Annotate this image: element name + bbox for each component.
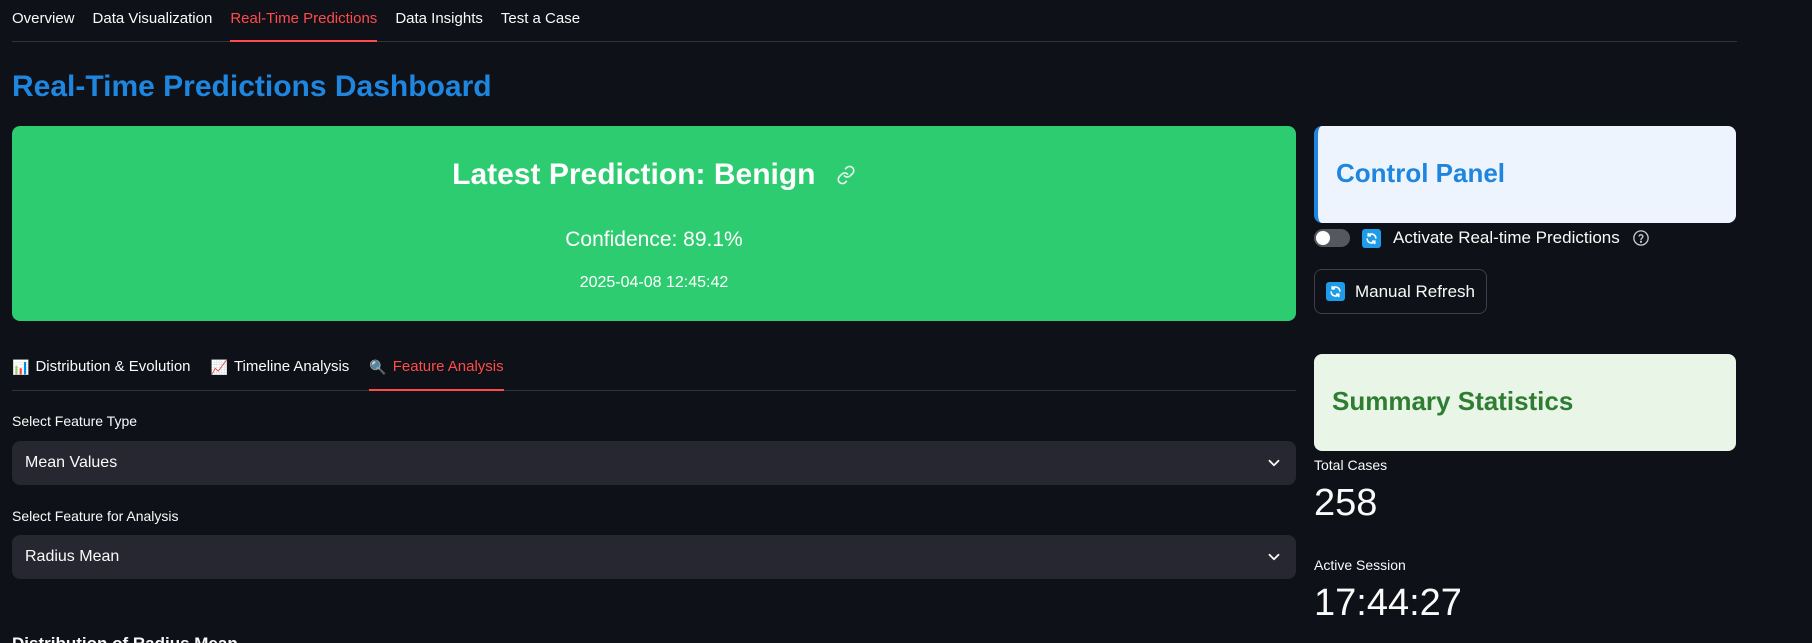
control-panel-card: Control Panel xyxy=(1314,126,1736,223)
feature-analysis-value: Radius Mean xyxy=(25,548,120,565)
active-session-label: Active Session xyxy=(1314,557,1406,573)
subtab-feature-analysis[interactable]: 🔍 Feature Analysis xyxy=(369,350,504,391)
subtab-distribution-evolution[interactable]: 📊 Distribution & Evolution xyxy=(12,350,191,391)
feature-type-label: Select Feature Type xyxy=(12,413,138,429)
tab-data-insights[interactable]: Data Insights xyxy=(395,0,483,42)
prediction-timestamp: 2025-04-08 12:45:42 xyxy=(579,274,729,291)
summary-statistics-card: Summary Statistics xyxy=(1314,354,1736,451)
prediction-title-row: Latest Prediction: Benign xyxy=(12,158,1296,193)
analysis-subtabs: 📊 Distribution & Evolution 📈 Timeline An… xyxy=(12,350,1296,391)
feature-analysis-label: Select Feature for Analysis xyxy=(12,508,179,524)
prediction-confidence: Confidence: 89.1% xyxy=(565,228,743,251)
magnifier-icon: 🔍 xyxy=(369,359,387,375)
bar-chart-icon: 📊 xyxy=(12,359,30,375)
refresh-icon xyxy=(1362,228,1381,248)
realtime-predictions-toggle[interactable] xyxy=(1314,229,1350,247)
top-nav-tabs: Overview Data Visualization Real-Time Pr… xyxy=(12,0,1737,42)
summary-statistics-title: Summary Statistics xyxy=(1332,386,1574,416)
tab-test-a-case[interactable]: Test a Case xyxy=(501,0,580,42)
realtime-toggle-label: Activate Real-time Predictions xyxy=(1393,228,1620,247)
feature-type-value: Mean Values xyxy=(25,454,118,471)
app-root: Overview Data Visualization Real-Time Pr… xyxy=(0,0,1812,643)
latest-prediction-card: Latest Prediction: Benign Confidence: 89… xyxy=(12,126,1296,321)
active-session-value: 17:44:27 xyxy=(1314,582,1462,624)
manual-refresh-button[interactable]: Manual Refresh xyxy=(1314,269,1487,314)
total-cases-value: 258 xyxy=(1314,482,1378,524)
chevron-down-icon xyxy=(1268,553,1280,561)
distribution-heading: Distribution of Radius Mean xyxy=(12,634,238,643)
manual-refresh-label: Manual Refresh xyxy=(1354,281,1475,301)
subtab-label: Distribution & Evolution xyxy=(35,358,191,375)
feature-type-select[interactable]: Mean Values xyxy=(12,441,1296,485)
tab-real-time-predictions[interactable]: Real-Time Predictions xyxy=(230,0,378,42)
realtime-toggle-row: Activate Real-time Predictions xyxy=(1314,226,1650,250)
line-chart-icon: 📈 xyxy=(210,359,228,375)
subtab-label: Timeline Analysis xyxy=(233,358,350,375)
subtab-label: Feature Analysis xyxy=(392,358,504,375)
subtab-timeline-analysis[interactable]: 📈 Timeline Analysis xyxy=(211,350,350,391)
page-title: Real-Time Predictions Dashboard xyxy=(12,70,492,103)
total-cases-label: Total Cases xyxy=(1314,457,1388,473)
anchor-link-icon[interactable] xyxy=(836,159,856,193)
tab-overview[interactable]: Overview xyxy=(12,0,75,42)
feature-analysis-select[interactable]: Radius Mean xyxy=(12,535,1296,579)
prediction-title: Latest Prediction: Benign xyxy=(452,158,816,191)
refresh-icon xyxy=(1325,282,1345,301)
tab-data-visualization[interactable]: Data Visualization xyxy=(93,0,213,42)
control-panel-title: Control Panel xyxy=(1336,158,1506,188)
help-circle-icon[interactable] xyxy=(1632,229,1650,247)
chevron-down-icon xyxy=(1268,459,1280,467)
